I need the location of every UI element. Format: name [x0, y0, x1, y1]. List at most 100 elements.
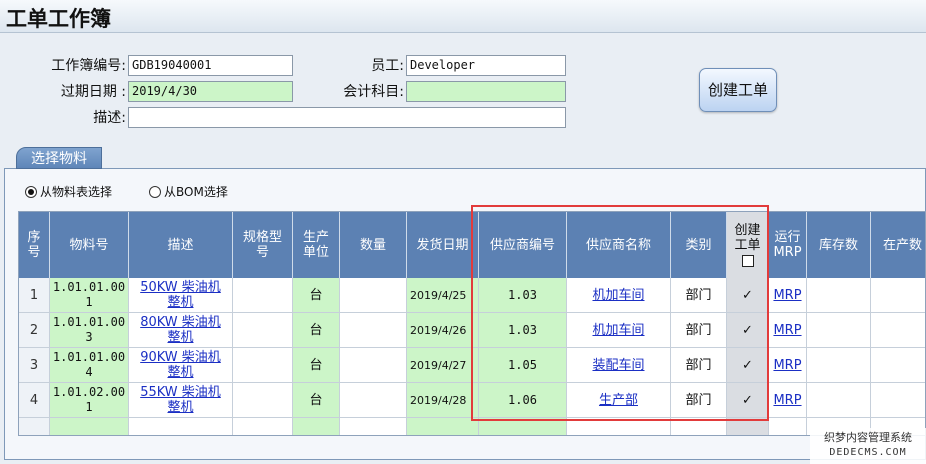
cell-description[interactable]: 90KW 柴油机整机: [129, 348, 233, 383]
col-header-create-order[interactable]: 创建工单: [727, 212, 769, 278]
col-header-item-no[interactable]: 物料号: [50, 212, 129, 278]
cell: [233, 418, 293, 435]
cell-link[interactable]: 机加车间: [592, 323, 644, 338]
cell-text: 台: [309, 287, 323, 303]
col-header-stock[interactable]: 库存数: [807, 212, 871, 278]
workbook-no-input[interactable]: GDB19040001: [128, 55, 293, 76]
cell-category: 部门: [671, 348, 727, 383]
cell-run-mrp[interactable]: MRP: [769, 313, 807, 348]
cell-ship-date: 2019/4/28: [407, 383, 479, 418]
cell-stock: [807, 278, 871, 313]
cell-unit: 台: [293, 278, 340, 313]
cell-create-order[interactable]: ✓: [727, 348, 769, 383]
cell: [340, 418, 407, 435]
cell-link[interactable]: 80KW 柴油机整机: [136, 315, 226, 345]
cell-text: 4: [29, 392, 39, 408]
cell-category: 部门: [671, 278, 727, 313]
cell-item-no: 1.01.01.004: [50, 348, 129, 383]
cell-text: 1.05: [508, 357, 537, 372]
cell-link[interactable]: 生产部: [599, 393, 638, 408]
cell-link[interactable]: 90KW 柴油机整机: [136, 350, 226, 380]
cell-run-mrp[interactable]: MRP: [769, 348, 807, 383]
col-header-label: 在产数: [882, 237, 922, 253]
col-header-label: 供应商编号: [489, 237, 555, 253]
table-row[interactable]: 1 1.01.01.001 50KW 柴油机整机 台 2019/4/25 1.03 机加车间…: [19, 278, 925, 313]
cell-create-order[interactable]: ✓: [727, 278, 769, 313]
cell-ship-date: 2019/4/25: [407, 278, 479, 313]
cell-vendor-name[interactable]: 机加车间: [567, 313, 671, 348]
cell-text: ✓: [742, 357, 753, 373]
cell-text: 2019/4/28: [410, 393, 467, 407]
col-header-category[interactable]: 类别: [671, 212, 727, 278]
col-header-label: 库存数: [818, 237, 858, 253]
cell: [769, 418, 807, 435]
watermark-line1: 织梦内容管理系统: [824, 431, 912, 444]
window-titlebar: 工单工作簿: [0, 0, 926, 33]
table-row-empty: [19, 418, 925, 435]
select-all-checkbox[interactable]: [741, 255, 754, 267]
cell-vendor-name[interactable]: 机加车间: [567, 278, 671, 313]
account-input[interactable]: [406, 81, 566, 102]
cell-description[interactable]: 55KW 柴油机整机: [129, 383, 233, 418]
cell-run-mrp[interactable]: MRP: [769, 383, 807, 418]
cell-item-no: 1.01.01.003: [50, 313, 129, 348]
table-row[interactable]: 2 1.01.01.003 80KW 柴油机整机 台 2019/4/26 1.03 机加车间…: [19, 313, 925, 348]
cell-run-mrp[interactable]: MRP: [769, 278, 807, 313]
cell-description[interactable]: 80KW 柴油机整机: [129, 313, 233, 348]
col-header-label: 描述: [167, 237, 194, 253]
cell-qty[interactable]: [340, 383, 407, 418]
cell-link[interactable]: 机加车间: [592, 288, 644, 303]
cell-link[interactable]: 装配车间: [592, 358, 644, 373]
col-header-description[interactable]: 描述: [129, 212, 233, 278]
cell-description[interactable]: 50KW 柴油机整机: [129, 278, 233, 313]
col-header-seq[interactable]: 序号: [19, 212, 50, 278]
radio-from-material-list[interactable]: 从物料表选择: [25, 184, 112, 200]
cell-link[interactable]: MRP: [773, 288, 801, 303]
cell-link[interactable]: 55KW 柴油机整机: [136, 385, 226, 415]
col-header-unit[interactable]: 生产单位: [293, 212, 340, 278]
col-header-vendor-name[interactable]: 供应商名称: [567, 212, 671, 278]
tab-select-material[interactable]: 选择物料: [16, 147, 102, 169]
col-header-ship-date[interactable]: 发货日期: [407, 212, 479, 278]
cell-category: 部门: [671, 383, 727, 418]
col-header-wip[interactable]: 在产数: [871, 212, 925, 278]
cell-item-no: 1.01.02.001: [50, 383, 129, 418]
radio-from-bom[interactable]: 从BOM选择: [149, 184, 228, 200]
cell: [293, 418, 340, 435]
col-header-label: 规格型号: [242, 230, 282, 260]
cell-vendor-name[interactable]: 装配车间: [567, 348, 671, 383]
cell-text: 2019/4/27: [410, 358, 467, 372]
cell-text: 部门: [685, 287, 712, 303]
cell-spec: [233, 278, 293, 313]
cell: [407, 418, 479, 435]
cell-text: 1.01.02.001: [52, 385, 126, 414]
cell-qty[interactable]: [340, 313, 407, 348]
cell-qty[interactable]: [340, 278, 407, 313]
cell-wip: [871, 348, 925, 383]
cell-qty[interactable]: [340, 348, 407, 383]
cell-vendor-no: 1.03: [479, 313, 567, 348]
cell-create-order[interactable]: ✓: [727, 313, 769, 348]
cell: [479, 418, 567, 435]
col-header-vendor-no[interactable]: 供应商编号: [479, 212, 567, 278]
cell-wip: [871, 383, 925, 418]
table-row[interactable]: 4 1.01.02.001 55KW 柴油机整机 台 2019/4/28 1.06 生产部 部…: [19, 383, 925, 418]
table-row[interactable]: 3 1.01.01.004 90KW 柴油机整机 台 2019/4/27 1.05 装配车间…: [19, 348, 925, 383]
due-date-input[interactable]: 2019/4/30: [128, 81, 293, 102]
cell-vendor-no: 1.03: [479, 278, 567, 313]
employee-input[interactable]: Developer: [406, 55, 566, 76]
cell-link[interactable]: MRP: [773, 393, 801, 408]
cell-unit: 台: [293, 348, 340, 383]
create-work-order-button[interactable]: 创建工单: [699, 68, 777, 112]
cell-create-order[interactable]: ✓: [727, 383, 769, 418]
cell-link[interactable]: MRP: [773, 323, 801, 338]
cell-link[interactable]: 50KW 柴油机整机: [136, 280, 226, 310]
employee-label: 员工:: [371, 58, 404, 74]
cell-vendor-name[interactable]: 生产部: [567, 383, 671, 418]
description-input[interactable]: [128, 107, 566, 128]
col-header-run-mrp[interactable]: 运行MRP: [769, 212, 807, 278]
col-header-spec[interactable]: 规格型号: [233, 212, 293, 278]
cell-link[interactable]: MRP: [773, 358, 801, 373]
col-header-qty[interactable]: 数量: [340, 212, 407, 278]
col-header-label: 类别: [685, 237, 712, 253]
